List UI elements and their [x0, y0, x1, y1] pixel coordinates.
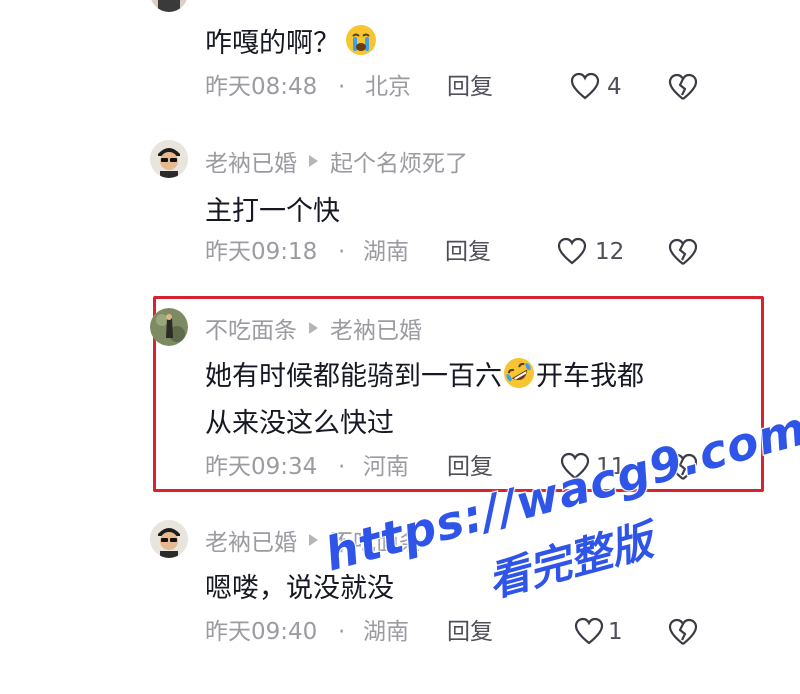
- reply-arrow-icon: [309, 322, 318, 334]
- heart-icon: [560, 452, 590, 480]
- like-count: 11: [596, 454, 626, 480]
- comment-text: 主打一个快: [205, 195, 340, 227]
- broken-heart-icon: [668, 453, 698, 480]
- comment-text: 咋嘎的啊？: [205, 20, 378, 60]
- like-count: 4: [607, 74, 622, 100]
- like-button[interactable]: [560, 452, 590, 490]
- user-row: 不吃面条 老衲已婚: [205, 312, 422, 344]
- broken-heart-icon: [668, 73, 698, 100]
- comment-meta: 昨天09:34 · 河南 回复 11: [0, 450, 800, 484]
- reply-button[interactable]: 回复: [447, 615, 493, 649]
- broken-heart-icon: [668, 618, 698, 645]
- crying-face-icon: [346, 25, 376, 55]
- comment-text: 嗯喽，说没就没: [205, 572, 394, 604]
- reply-arrow-icon: [309, 155, 318, 167]
- rolling-laughing-icon: [504, 358, 534, 388]
- location: 湖南: [363, 239, 409, 265]
- dislike-button[interactable]: [668, 73, 698, 111]
- location: 河南: [363, 454, 409, 480]
- heart-icon: [557, 237, 587, 265]
- reply-button[interactable]: 回复: [447, 450, 493, 484]
- like-button[interactable]: [557, 237, 587, 275]
- comment-text-line-2: 从来没这么快过: [205, 407, 394, 439]
- comment-meta: 昨天08:48 · 北京 回复 4: [0, 70, 800, 104]
- reply-button[interactable]: 回复: [447, 70, 493, 104]
- reply-to-username[interactable]: 起个名烦死了: [330, 144, 468, 178]
- avatar[interactable]: [150, 140, 188, 178]
- user-row: 老衲已婚 起个名烦死了: [205, 145, 468, 177]
- reply-to-username[interactable]: 老衲已婚: [330, 311, 422, 345]
- dislike-button[interactable]: [668, 238, 698, 276]
- dislike-button[interactable]: [668, 618, 698, 656]
- watermark-text: 看完整版: [482, 515, 659, 608]
- like-count: 12: [595, 239, 625, 265]
- comment-meta: 昨天09:40 · 湖南 回复 1: [0, 615, 800, 649]
- comment-meta: 昨天09:18 · 湖南 回复 12: [0, 235, 800, 269]
- reply-arrow-icon: [309, 534, 318, 546]
- username[interactable]: 老衲已婚: [205, 144, 297, 178]
- username[interactable]: 老衲已婚: [205, 523, 297, 557]
- reply-button[interactable]: 回复: [445, 235, 491, 269]
- comment-text-line-1: 她有时候都能骑到一百六 开车我都: [205, 353, 644, 393]
- avatar[interactable]: [150, 308, 188, 346]
- avatar[interactable]: [150, 520, 188, 558]
- like-button[interactable]: [570, 72, 600, 110]
- dislike-button[interactable]: [668, 453, 698, 491]
- heart-icon: [574, 617, 604, 645]
- location: 湖南: [363, 619, 409, 645]
- like-button[interactable]: [574, 617, 604, 655]
- like-count: 1: [608, 619, 623, 645]
- broken-heart-icon: [668, 238, 698, 265]
- reply-to-username[interactable]: 不吃面条: [330, 523, 422, 557]
- location: 北京: [365, 74, 411, 100]
- avatar[interactable]: [150, 0, 188, 12]
- heart-icon: [570, 72, 600, 100]
- username[interactable]: 不吃面条: [205, 311, 297, 345]
- user-row: 老衲已婚 不吃面条: [205, 524, 422, 556]
